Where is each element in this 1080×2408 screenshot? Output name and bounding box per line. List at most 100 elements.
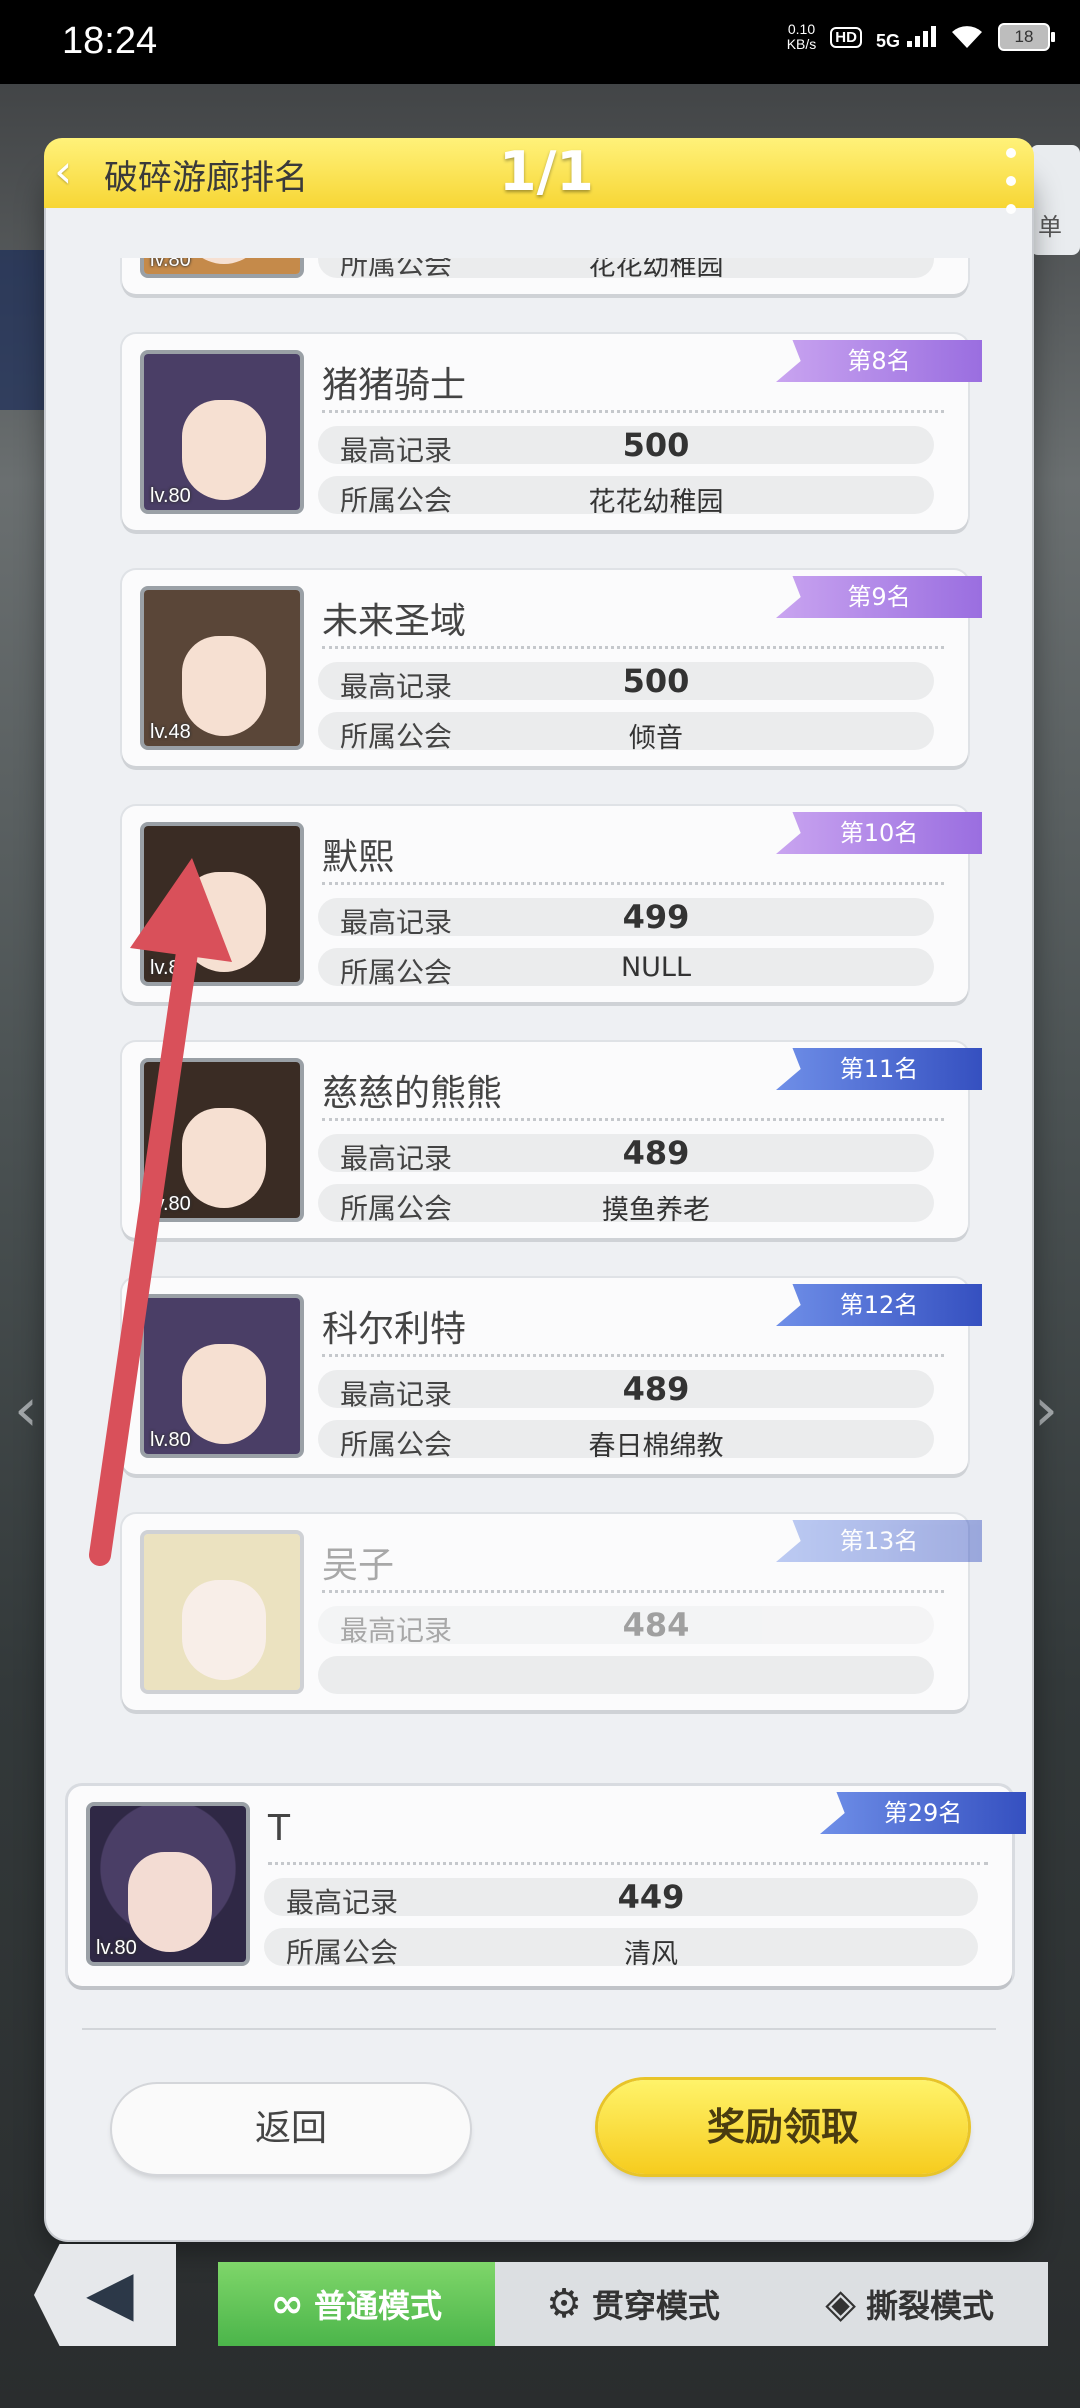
- diamond-icon: ◈: [825, 2281, 857, 2327]
- side-menu-label: 单: [1038, 213, 1062, 241]
- avatar: lv.80: [140, 1294, 304, 1458]
- record-value: 499: [622, 898, 690, 936]
- mode-label: 普通模式: [313, 2287, 442, 2325]
- mode-label: 贯穿模式: [591, 2287, 720, 2325]
- gear-icon: ⚙: [546, 2281, 582, 2327]
- back-button[interactable]: 返回: [112, 2084, 470, 2174]
- mode-tab[interactable]: ⚙ 贯穿模式: [495, 2262, 772, 2346]
- record-value: 489: [622, 1134, 690, 1172]
- avatar: lv.80: [140, 1058, 304, 1222]
- record-value: 500: [622, 662, 690, 700]
- divider: [82, 2028, 996, 2030]
- divider-dots: [322, 1118, 944, 1121]
- player-name: T: [268, 1808, 290, 1849]
- signal-icon: 5G: [876, 23, 936, 52]
- net-speed-value: 0.10: [787, 21, 816, 37]
- net-speed-unit: KB/s: [786, 36, 817, 52]
- level-badge: lv.80: [150, 957, 191, 979]
- player-name: 默熙: [322, 837, 395, 878]
- record-value: 484: [622, 1606, 690, 1644]
- divider-dots: [322, 646, 944, 649]
- title-bar: ‹ 破碎游廊排名 1/1: [44, 138, 1034, 214]
- rank-ribbon: 第10名: [776, 812, 982, 854]
- record-row: 最高记录 484: [318, 1606, 934, 1647]
- status-bar: 18:24 0.10 KB/s HD 5G 18: [0, 0, 1080, 84]
- player-name: 慈慈的熊熊: [322, 1073, 503, 1114]
- guild-row: 所属公会 花花幼稚园: [318, 476, 934, 518]
- record-row: 最高记录 489: [318, 1370, 934, 1411]
- record-row: 最高记录 499: [318, 898, 934, 939]
- record-row: 最高记录 489: [318, 1134, 934, 1175]
- level-badge: lv.80: [150, 258, 191, 271]
- mode-tab[interactable]: ◈ 撕裂模式: [771, 2262, 1048, 2346]
- guild-row: 所属公会 倾音: [318, 712, 934, 754]
- ranking-card: lv.80 科尔利特 最高记录 489 所属公会 春日棉绵教 第12名: [122, 1278, 982, 1474]
- ranking-panel: lv.80 柯亚斗带 最高记录 500 所属公会 花花幼稚园 lv.80 猪猪骑…: [46, 168, 1032, 2240]
- signal-label: 5G: [875, 30, 900, 51]
- player-name: 吴子: [322, 1545, 395, 1586]
- avatar: lv.80: [140, 822, 304, 986]
- rank-ribbon: 第12名: [776, 1284, 982, 1326]
- level-badge: lv.80: [150, 485, 191, 507]
- divider-dots: [322, 1590, 944, 1593]
- mode-tabs: ∞ 普通模式 ⚙ 贯穿模式 ◈ 撕裂模式: [218, 2262, 1048, 2346]
- mode-label: 撕裂模式: [866, 2287, 995, 2325]
- guild-row: 所属公会 摸鱼养老: [318, 1184, 934, 1226]
- guild-row: 所属公会 清风: [264, 1928, 978, 1970]
- guild-value: 倾音: [629, 723, 683, 754]
- guild-row: 所属公会 NULL: [318, 948, 934, 989]
- guild-value: 清风: [624, 1939, 678, 1970]
- player-name: 未来圣域: [322, 601, 467, 642]
- page-counter: 1/1: [499, 140, 594, 203]
- more-options-icon[interactable]: [1006, 148, 1016, 232]
- player-name: 科尔利特: [322, 1309, 467, 1350]
- record-row: 最高记录 449: [264, 1878, 978, 1919]
- divider-dots: [322, 882, 944, 885]
- net-speed: 0.10 KB/s: [787, 22, 817, 52]
- ranking-card: lv.80 慈慈的熊熊 最高记录 489 所属公会 摸鱼养老 第11名: [122, 1042, 982, 1238]
- rank-ribbon: 第9名: [776, 576, 982, 618]
- record-row: 最高记录 500: [318, 662, 934, 703]
- bottom-back-button[interactable]: ◀: [34, 2244, 176, 2346]
- guild-value: 花花幼稚园: [588, 487, 724, 518]
- avatar: lv.80: [140, 350, 304, 514]
- ranking-card: lv.80 默熙 最高记录 499 所属公会 NULL 第10名: [122, 806, 982, 1002]
- player-name: 猪猪骑士: [322, 365, 467, 406]
- rank-ribbon: 第11名: [776, 1048, 982, 1090]
- guild-value: 摸鱼养老: [602, 1195, 710, 1226]
- rank-ribbon: 第29名: [820, 1792, 1026, 1834]
- next-page-arrow-icon[interactable]: ›: [1034, 1375, 1074, 1455]
- ranking-card: lv.48 未来圣域 最高记录 500 所属公会 倾音 第9名: [122, 570, 982, 766]
- claim-reward-button[interactable]: 奖励领取: [598, 2080, 968, 2174]
- hd-icon: HD: [830, 26, 862, 48]
- triangle-left-icon: ◀: [86, 2256, 134, 2329]
- avatar: lv.80: [140, 258, 304, 278]
- back-arrow-icon[interactable]: ‹: [54, 146, 72, 196]
- divider-dots: [322, 1354, 944, 1357]
- mode-tab[interactable]: ∞ 普通模式: [218, 2262, 495, 2346]
- divider-dots: [268, 1862, 988, 1865]
- battery-icon: 18: [998, 23, 1055, 51]
- status-icons: 0.10 KB/s HD 5G 18: [787, 22, 1055, 52]
- level-badge: lv.80: [150, 1193, 191, 1215]
- level-badge: lv.48: [150, 721, 191, 743]
- ranking-card: lv.80 柯亚斗带 最高记录 500 所属公会 花花幼稚园: [122, 258, 968, 294]
- record-value: 500: [622, 426, 690, 464]
- side-menu-button[interactable]: 单: [1030, 145, 1080, 255]
- ranking-list[interactable]: lv.80 柯亚斗带 最高记录 500 所属公会 花花幼稚园 lv.80 猪猪骑…: [46, 258, 1032, 1866]
- status-time: 18:24: [62, 20, 158, 62]
- ranking-card: lv.80 猪猪骑士 最高记录 500 所属公会 花花幼稚园 第8名: [122, 334, 982, 530]
- page-title: 破碎游廊排名: [104, 158, 308, 198]
- my-rank-card: lv.80 T 最高记录 449 所属公会 清风 第29名: [68, 1786, 1026, 1986]
- guild-row: [318, 1656, 934, 1694]
- divider-dots: [322, 410, 944, 413]
- rank-ribbon: 第8名: [776, 340, 982, 382]
- guild-row: 所属公会 春日棉绵教: [318, 1420, 934, 1462]
- level-badge: lv.80: [150, 1429, 191, 1451]
- ranking-card: 吴子 最高记录 484 第13名: [122, 1514, 982, 1710]
- record-value: 449: [617, 1878, 685, 1916]
- guild-value: 春日棉绵教: [588, 1431, 724, 1462]
- rank-ribbon: 第13名: [776, 1520, 982, 1562]
- guild-value: NULL: [620, 952, 692, 983]
- avatar: lv.48: [140, 586, 304, 750]
